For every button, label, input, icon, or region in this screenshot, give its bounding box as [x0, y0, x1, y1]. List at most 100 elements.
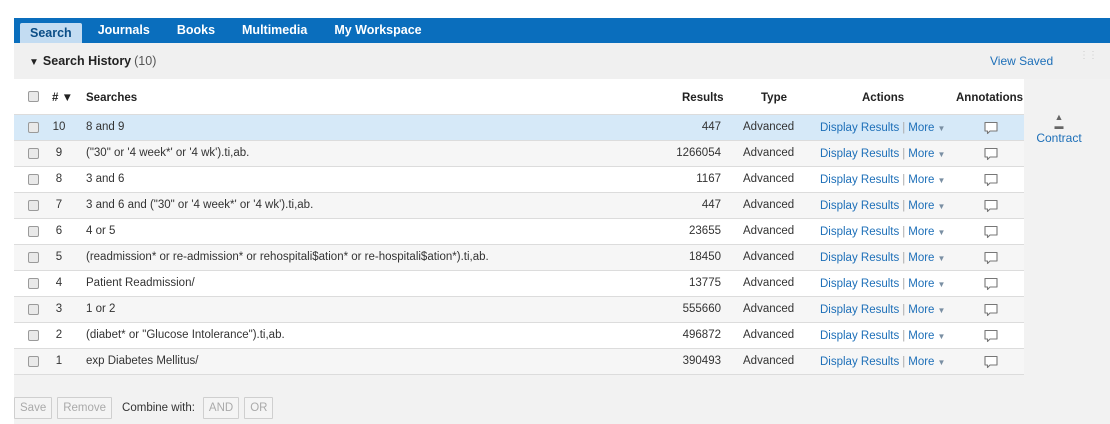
display-results-link[interactable]: Display Results — [820, 148, 899, 160]
results-header: Results — [682, 92, 724, 104]
row-checkbox[interactable] — [28, 356, 39, 367]
contract-label: Contract — [1036, 131, 1082, 145]
row-actions: Display Results | More ▼ — [820, 200, 945, 212]
row-checkbox[interactable] — [28, 330, 39, 341]
row-checkbox[interactable] — [28, 226, 39, 237]
row-search-type: Advanced — [743, 251, 795, 263]
more-menu[interactable]: More ▼ — [908, 200, 945, 212]
row-checkbox[interactable] — [28, 174, 39, 185]
eject-icon: ▲ ▬ — [1054, 112, 1064, 131]
row-actions: Display Results | More ▼ — [820, 278, 945, 290]
annotation-icon[interactable] — [983, 198, 999, 214]
more-menu[interactable]: More ▼ — [908, 226, 945, 238]
row-checkbox[interactable] — [28, 304, 39, 315]
or-button[interactable]: OR — [244, 397, 274, 419]
display-results-link[interactable]: Display Results — [820, 330, 899, 342]
row-checkbox[interactable] — [28, 148, 39, 159]
display-results-link[interactable]: Display Results — [820, 278, 899, 290]
searches-header: Searches — [86, 92, 138, 104]
annotation-icon[interactable] — [983, 354, 999, 370]
tab-search[interactable]: Search — [20, 23, 82, 43]
history-footer: Save Remove Combine with: AND OR — [14, 397, 274, 419]
collapse-arrow-icon: ▼ — [29, 57, 39, 68]
separator: | — [902, 278, 906, 290]
row-results-count: 13775 — [689, 277, 721, 289]
annotation-icon[interactable] — [983, 172, 999, 188]
row-number: 3 — [55, 303, 63, 315]
annotation-icon[interactable] — [983, 276, 999, 292]
view-saved-link[interactable]: View Saved — [990, 54, 1053, 68]
display-results-link[interactable]: Display Results — [820, 252, 899, 264]
row-checkbox[interactable] — [28, 252, 39, 263]
more-menu[interactable]: More ▼ — [908, 330, 945, 342]
row-results-count: 555660 — [682, 303, 721, 315]
table-row: 5 (readmission* or re-admission* or rehos… — [14, 245, 1024, 271]
separator: | — [902, 174, 906, 186]
caret-down-icon: ▼ — [937, 332, 946, 341]
row-checkbox[interactable] — [28, 278, 39, 289]
separator: | — [902, 330, 906, 342]
row-actions: Display Results | More ▼ — [820, 148, 945, 160]
row-results-count: 496872 — [682, 329, 721, 341]
row-actions: Display Results | More ▼ — [820, 252, 945, 264]
row-checkbox[interactable] — [28, 122, 39, 133]
annotation-icon[interactable] — [983, 146, 999, 162]
annotation-icon[interactable] — [983, 224, 999, 240]
row-search-query: ("30" or '4 week*' or '4 wk').ti,ab. — [86, 147, 250, 159]
more-menu[interactable]: More ▼ — [908, 148, 945, 160]
row-number: 2 — [55, 329, 63, 341]
more-menu[interactable]: More ▼ — [908, 174, 945, 186]
display-results-link[interactable]: Display Results — [820, 200, 899, 212]
display-results-link[interactable]: Display Results — [820, 226, 899, 238]
search-history-table: # ▼ Searches Results Type Actions Annota… — [14, 79, 1024, 375]
drag-handle-icon[interactable]: ⋮⋮ — [1079, 51, 1098, 67]
caret-down-icon: ▼ — [937, 176, 946, 185]
annotation-icon[interactable] — [983, 250, 999, 266]
row-search-query: 3 and 6 — [86, 173, 125, 185]
row-search-query: (readmission* or re-admission* or rehosp… — [86, 251, 489, 263]
search-history-panel: ▼ Search History (10) View Saved ⋮⋮ # ▼ Se… — [14, 43, 1110, 424]
row-search-type: Advanced — [743, 225, 795, 237]
row-search-type: Advanced — [743, 277, 795, 289]
tab-books[interactable]: Books — [166, 18, 226, 43]
actions-header: Actions — [862, 92, 905, 104]
tab-multimedia[interactable]: Multimedia — [231, 18, 318, 43]
row-number: 4 — [55, 277, 63, 289]
caret-down-icon: ▼ — [937, 202, 946, 211]
and-button[interactable]: AND — [202, 397, 240, 419]
row-results-count: 23655 — [689, 225, 721, 237]
row-search-type: Advanced — [743, 121, 795, 133]
row-checkbox[interactable] — [28, 200, 39, 211]
search-history-toggle[interactable]: ▼ Search History (10) — [29, 54, 156, 68]
annotation-icon[interactable] — [983, 328, 999, 344]
display-results-link[interactable]: Display Results — [820, 174, 899, 186]
display-results-link[interactable]: Display Results — [820, 304, 899, 316]
row-number: 1 — [55, 355, 63, 367]
contract-button[interactable]: ▲ ▬ Contract — [1034, 112, 1084, 146]
more-menu[interactable]: More ▼ — [908, 356, 945, 368]
table-row: 8 3 and 6 1167 Advanced Display Results | More… — [14, 167, 1024, 193]
row-search-query: exp Diabetes Mellitus/ — [86, 355, 199, 367]
table-row: 6 4 or 5 23655 Advanced Display Results | More… — [14, 219, 1024, 245]
tab-journals[interactable]: Journals — [87, 18, 161, 43]
row-number: 5 — [55, 251, 63, 263]
row-results-count: 1167 — [696, 173, 721, 185]
more-menu[interactable]: More ▼ — [908, 122, 945, 134]
annotation-icon[interactable] — [983, 302, 999, 318]
row-actions: Display Results | More ▼ — [820, 330, 945, 342]
tab-my-workspace[interactable]: My Workspace — [323, 18, 432, 43]
more-menu[interactable]: More ▼ — [908, 304, 945, 316]
row-number: 7 — [55, 199, 63, 211]
display-results-link[interactable]: Display Results — [820, 122, 899, 134]
row-search-type: Advanced — [743, 147, 795, 159]
more-menu[interactable]: More ▼ — [908, 252, 945, 264]
save-button[interactable]: Save — [14, 397, 53, 419]
sort-number-header[interactable]: # ▼ — [52, 92, 73, 104]
display-results-link[interactable]: Display Results — [820, 356, 899, 368]
more-menu[interactable]: More ▼ — [908, 278, 945, 290]
select-all-checkbox[interactable] — [28, 91, 39, 102]
row-number: 10 — [52, 121, 66, 133]
annotation-icon[interactable] — [983, 120, 999, 136]
row-results-count: 390493 — [682, 355, 721, 367]
remove-button[interactable]: Remove — [57, 397, 113, 419]
